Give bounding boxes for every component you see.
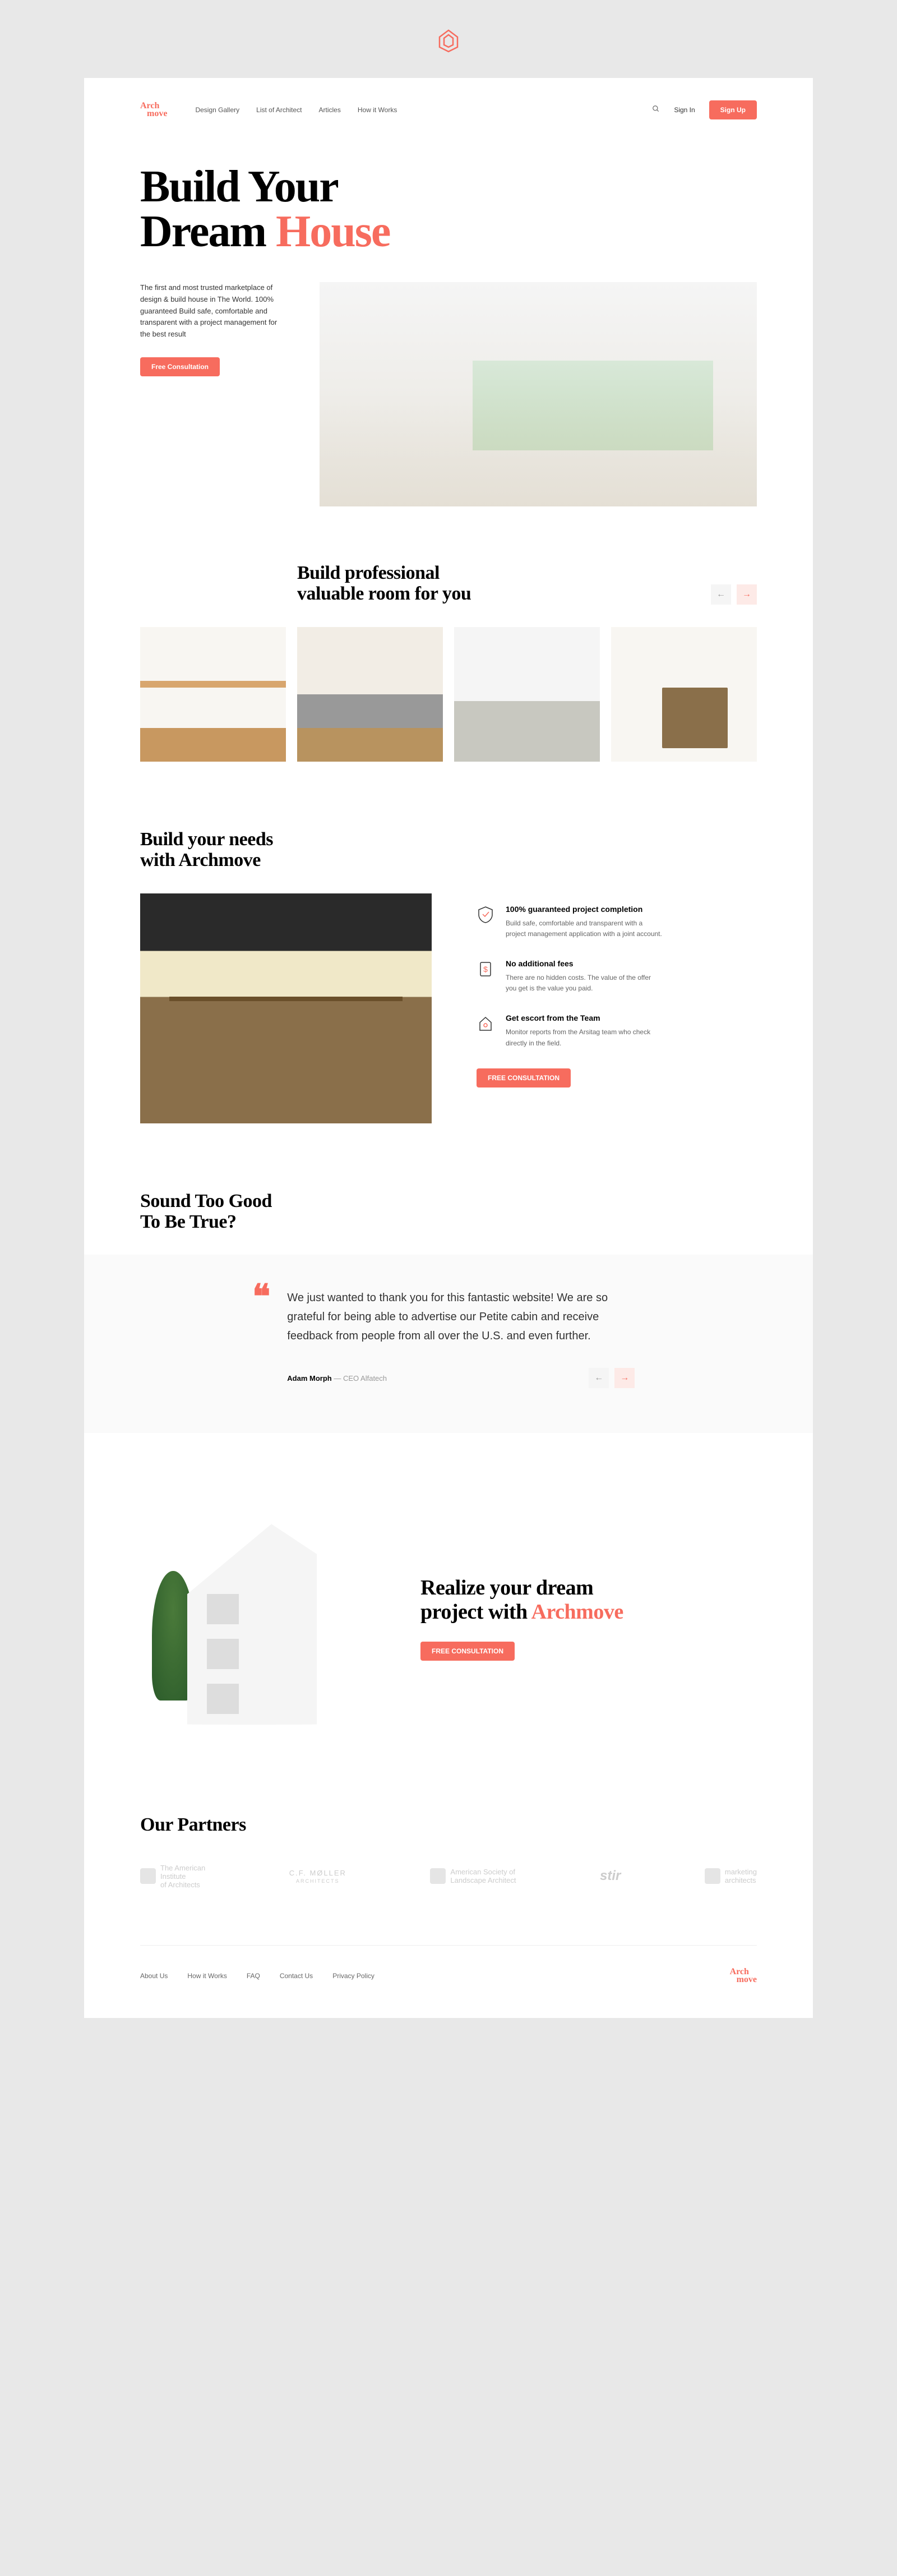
footer-contact[interactable]: Contact Us bbox=[280, 1972, 313, 1980]
gallery-item[interactable] bbox=[454, 627, 600, 762]
hero-title-accent: House bbox=[276, 207, 390, 256]
feature-title: 100% guaranteed project completion bbox=[506, 905, 663, 914]
hero-image bbox=[320, 282, 757, 506]
signup-button[interactable]: Sign Up bbox=[709, 100, 757, 119]
needs-section: Build your needs with Archmove 100% guar… bbox=[140, 829, 757, 1123]
partner-icon bbox=[140, 1868, 156, 1884]
hero-title: Build Your Dream House bbox=[140, 164, 757, 254]
testimonial-author: Adam Morph — CEO Alfatech bbox=[287, 1374, 387, 1383]
gallery-item[interactable] bbox=[297, 627, 443, 762]
cta-image bbox=[140, 1500, 376, 1736]
brand-logo[interactable]: Arch move bbox=[140, 102, 167, 118]
partner-logo: marketingarchitects bbox=[705, 1868, 757, 1884]
gallery-prev-button[interactable]: ← bbox=[711, 584, 731, 605]
dollar-icon: $ bbox=[477, 959, 494, 979]
feature-desc: Monitor reports from the Arsitag team wh… bbox=[506, 1027, 663, 1048]
feature-desc: Build safe, comfortable and transparent … bbox=[506, 918, 663, 939]
partners-title: Our Partners bbox=[140, 1814, 757, 1835]
hero-section: Build Your Dream House The first and mos… bbox=[140, 164, 757, 506]
brand-line2: move bbox=[147, 110, 167, 118]
partner-logo: American Society ofLandscape Architect bbox=[430, 1868, 516, 1884]
partner-icon bbox=[430, 1868, 446, 1884]
shield-icon bbox=[477, 905, 494, 925]
cta-button[interactable]: FREE CONSULTATION bbox=[420, 1642, 515, 1661]
gallery-next-button[interactable]: → bbox=[737, 584, 757, 605]
footer-about[interactable]: About Us bbox=[140, 1972, 168, 1980]
svg-text:$: $ bbox=[483, 965, 488, 974]
hero-description: The first and most trusted marketplace o… bbox=[140, 282, 286, 340]
gallery-section: Build professional valuable room for you… bbox=[140, 563, 757, 762]
nav-how-it-works[interactable]: How it Works bbox=[358, 106, 397, 114]
needs-image bbox=[140, 893, 432, 1123]
house-icon bbox=[477, 1013, 494, 1034]
nav-articles[interactable]: Articles bbox=[319, 106, 341, 114]
partner-icon bbox=[705, 1868, 720, 1884]
testimonial-next-button[interactable]: → bbox=[614, 1368, 635, 1388]
cta-title: Realize your dream project with Archmove bbox=[420, 1576, 757, 1625]
footer-faq[interactable]: FAQ bbox=[247, 1972, 260, 1980]
footer-brand-logo[interactable]: Arch move bbox=[730, 1968, 757, 1984]
testimonial-section: Sound Too Good To Be True? ❝ We just wan… bbox=[140, 1191, 757, 1434]
nav-list-architect[interactable]: List of Architect bbox=[256, 106, 302, 114]
feature-item: Get escort from the Team Monitor reports… bbox=[477, 1013, 757, 1048]
footer: About Us How it Works FAQ Contact Us Pri… bbox=[140, 1945, 757, 1984]
feature-desc: There are no hidden costs. The value of … bbox=[506, 973, 663, 994]
needs-title: Build your needs with Archmove bbox=[140, 829, 757, 871]
hero-title-line2: Dream bbox=[140, 207, 276, 256]
top-logo bbox=[436, 28, 461, 56]
needs-cta-button[interactable]: FREE CONSULTATION bbox=[477, 1068, 571, 1087]
gallery-item[interactable] bbox=[611, 627, 757, 762]
main-nav: Design Gallery List of Architect Article… bbox=[195, 106, 397, 114]
nav-design-gallery[interactable]: Design Gallery bbox=[195, 106, 239, 114]
footer-how-it-works[interactable]: How it Works bbox=[187, 1972, 226, 1980]
feature-title: Get escort from the Team bbox=[506, 1013, 663, 1022]
partner-logo: stir bbox=[600, 1868, 621, 1884]
feature-item: $ No additional fees There are no hidden… bbox=[477, 959, 757, 994]
cta-section: Realize your dream project with Archmove… bbox=[140, 1500, 757, 1736]
gallery-title: Build professional valuable room for you bbox=[297, 563, 471, 605]
testimonial-title: Sound Too Good To Be True? bbox=[140, 1191, 757, 1233]
testimonial-quote: We just wanted to thank you for this fan… bbox=[287, 1288, 635, 1345]
gallery-item[interactable] bbox=[140, 627, 286, 762]
footer-nav: About Us How it Works FAQ Contact Us Pri… bbox=[140, 1972, 374, 1980]
partners-section: Our Partners The AmericanInstituteof Arc… bbox=[140, 1814, 757, 1888]
partner-logo: C.F. MØLLERARCHITECTS bbox=[289, 1869, 346, 1884]
partner-logo: The AmericanInstituteof Architects bbox=[140, 1864, 205, 1889]
feature-title: No additional fees bbox=[506, 959, 663, 968]
testimonial-prev-button[interactable]: ← bbox=[589, 1368, 609, 1388]
search-icon[interactable] bbox=[652, 105, 660, 116]
hero-title-line1: Build Your bbox=[140, 162, 338, 211]
signin-link[interactable]: Sign In bbox=[674, 106, 695, 114]
header: Arch move Design Gallery List of Archite… bbox=[140, 100, 757, 119]
feature-item: 100% guaranteed project completion Build… bbox=[477, 905, 757, 939]
quote-icon: ❝ bbox=[252, 1288, 270, 1388]
footer-privacy[interactable]: Privacy Policy bbox=[332, 1972, 374, 1980]
free-consultation-button[interactable]: Free Consultation bbox=[140, 357, 220, 376]
